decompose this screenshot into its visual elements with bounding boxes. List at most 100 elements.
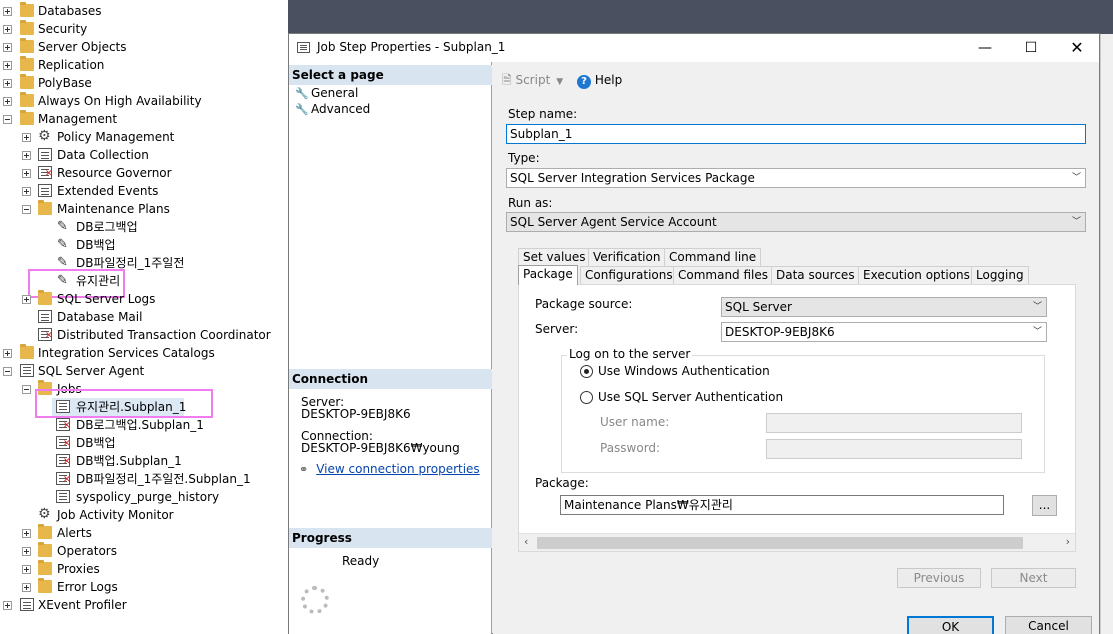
folder-icon [38, 578, 52, 593]
collapse-icon[interactable] [3, 115, 12, 124]
tree-node-database-mail[interactable]: Database Mail [0, 308, 288, 326]
minimize-button[interactable]: — [962, 34, 1008, 62]
previous-button[interactable]: Previous [897, 568, 981, 588]
expand-icon[interactable] [22, 187, 31, 196]
collapse-icon[interactable] [3, 367, 12, 376]
xevent-profiler-icon [20, 598, 34, 611]
package-input[interactable]: Maintenance Plans₩유지관리 [560, 495, 1004, 515]
tab-configurations[interactable]: Configurations [580, 266, 678, 284]
tree-node-plan-backup[interactable]: DB백업 [0, 236, 288, 254]
expand-icon[interactable] [22, 151, 31, 160]
tree-node-job-file-cleanup[interactable]: DB파일정리_1주일전.Subplan_1 [0, 470, 288, 488]
collapse-icon[interactable] [22, 205, 31, 214]
tree-node-job-backup-subplan[interactable]: DB백업.Subplan_1 [0, 452, 288, 470]
tab-logging[interactable]: Logging [971, 266, 1029, 284]
expand-icon[interactable] [3, 601, 12, 610]
progress-spinner-icon [301, 586, 329, 614]
run-as-select[interactable]: SQL Server Agent Service Account ﹀ [506, 212, 1086, 232]
tree-node-integration-services[interactable]: Integration Services Catalogs [0, 344, 288, 362]
tree-node-job-log-backup[interactable]: DB로그백업.Subplan_1 [0, 416, 288, 434]
progress-header: Progress [289, 528, 492, 548]
job-step-icon [297, 42, 310, 53]
user-name-input[interactable] [766, 413, 1022, 433]
server-select[interactable]: DESKTOP-9EBJ8K6 ﹀ [721, 322, 1047, 342]
view-connection-properties-link[interactable]: View connection properties [316, 462, 479, 476]
scrollbar-thumb[interactable] [537, 537, 1023, 549]
job-failed-icon [56, 454, 71, 467]
tab-data-sources[interactable]: Data sources [771, 266, 860, 284]
tree-node-data-collection[interactable]: Data Collection [0, 146, 288, 164]
tree-node-management[interactable]: Management [0, 110, 288, 128]
tree-node-resource-governor[interactable]: Resource Governor [0, 164, 288, 182]
tree-node-alerts[interactable]: Alerts [0, 524, 288, 542]
tab-execution-options[interactable]: Execution options [858, 266, 975, 284]
expand-icon[interactable] [22, 529, 31, 538]
help-button[interactable]: ? Help [577, 72, 622, 89]
tree-node-error-logs[interactable]: Error Logs [0, 578, 288, 596]
tab-command-files[interactable]: Command files [673, 266, 774, 284]
job-failed-icon [56, 436, 71, 449]
collapse-icon[interactable] [22, 385, 31, 394]
expand-icon[interactable] [22, 295, 31, 304]
tree-node-polybase[interactable]: PolyBase [0, 74, 288, 92]
ok-button[interactable]: OK [907, 616, 994, 634]
expand-icon[interactable] [3, 7, 12, 16]
tree-node-job-backup[interactable]: DB백업 [0, 434, 288, 452]
horizontal-scrollbar[interactable]: ‹ › [519, 533, 1075, 551]
close-button[interactable]: ✕ [1054, 34, 1100, 62]
policy-icon [38, 127, 52, 145]
job-activity-monitor-icon [38, 505, 52, 523]
tree-node-replication[interactable]: Replication [0, 56, 288, 74]
right-pane: 🗎 Script ▼ ? Help Step name: Subplan_1 Ty… [493, 62, 1099, 634]
expand-icon[interactable] [22, 565, 31, 574]
tree-node-job-activity-monitor[interactable]: Job Activity Monitor [0, 505, 288, 524]
tree-node-plan-log-backup[interactable]: DB로그백업 [0, 218, 288, 236]
package-source-select[interactable]: SQL Server ﹀ [721, 297, 1047, 317]
expand-icon[interactable] [3, 61, 12, 70]
step-name-input[interactable]: Subplan_1 [506, 124, 1086, 144]
browse-package-button[interactable]: ... [1032, 495, 1057, 516]
object-explorer-tree: Databases Security Server Objects Replic… [0, 0, 288, 634]
page-general[interactable]: 🔧 General [295, 85, 358, 101]
tab-package[interactable]: Package [518, 265, 578, 285]
sql-auth-radio[interactable] [580, 391, 593, 404]
scroll-right-icon[interactable]: › [1066, 535, 1070, 548]
tree-node-xevent-profiler[interactable]: XEvent Profiler [0, 596, 288, 614]
password-input[interactable] [766, 439, 1022, 459]
tree-node-databases[interactable]: Databases [0, 2, 288, 20]
next-button[interactable]: Next [991, 568, 1076, 588]
tree-node-always-on[interactable]: Always On High Availability [0, 92, 288, 110]
folder-icon [20, 92, 34, 107]
expand-icon[interactable] [3, 43, 12, 52]
expand-icon[interactable] [3, 349, 12, 358]
page-advanced[interactable]: 🔧 Advanced [295, 101, 370, 117]
user-name-label: User name: [600, 415, 670, 429]
tree-node-maintenance-plans[interactable]: Maintenance Plans [0, 200, 288, 218]
tree-node-policy-management[interactable]: Policy Management [0, 127, 288, 146]
tab-set-values[interactable]: Set values [518, 248, 591, 266]
tree-node-dtc[interactable]: Distributed Transaction Coordinator [0, 326, 288, 344]
script-button[interactable]: 🗎 Script ▼ [502, 72, 563, 90]
expand-icon[interactable] [22, 133, 31, 142]
tree-node-security[interactable]: Security [0, 20, 288, 38]
expand-icon[interactable] [22, 547, 31, 556]
tree-node-server-objects[interactable]: Server Objects [0, 38, 288, 56]
tree-node-sql-server-logs[interactable]: SQL Server Logs [0, 290, 288, 308]
tree-node-operators[interactable]: Operators [0, 542, 288, 560]
tab-verification[interactable]: Verification [588, 248, 666, 266]
expand-icon[interactable] [3, 79, 12, 88]
expand-icon[interactable] [22, 169, 31, 178]
maximize-button[interactable]: ☐ [1008, 34, 1054, 62]
expand-icon[interactable] [3, 97, 12, 106]
expand-icon[interactable] [3, 25, 12, 34]
type-select[interactable]: SQL Server Integration Services Package ﹀ [506, 168, 1086, 188]
scroll-left-icon[interactable]: ‹ [524, 535, 528, 548]
tree-node-extended-events[interactable]: Extended Events [0, 182, 288, 200]
tree-node-proxies[interactable]: Proxies [0, 560, 288, 578]
tree-node-sql-server-agent[interactable]: SQL Server Agent [0, 362, 288, 380]
cancel-button[interactable]: Cancel [1005, 616, 1092, 634]
tree-node-job-syspolicy[interactable]: syspolicy_purge_history [0, 488, 288, 506]
tab-command-line[interactable]: Command line [664, 248, 762, 266]
expand-icon[interactable] [22, 583, 31, 592]
windows-auth-radio[interactable] [580, 365, 593, 378]
